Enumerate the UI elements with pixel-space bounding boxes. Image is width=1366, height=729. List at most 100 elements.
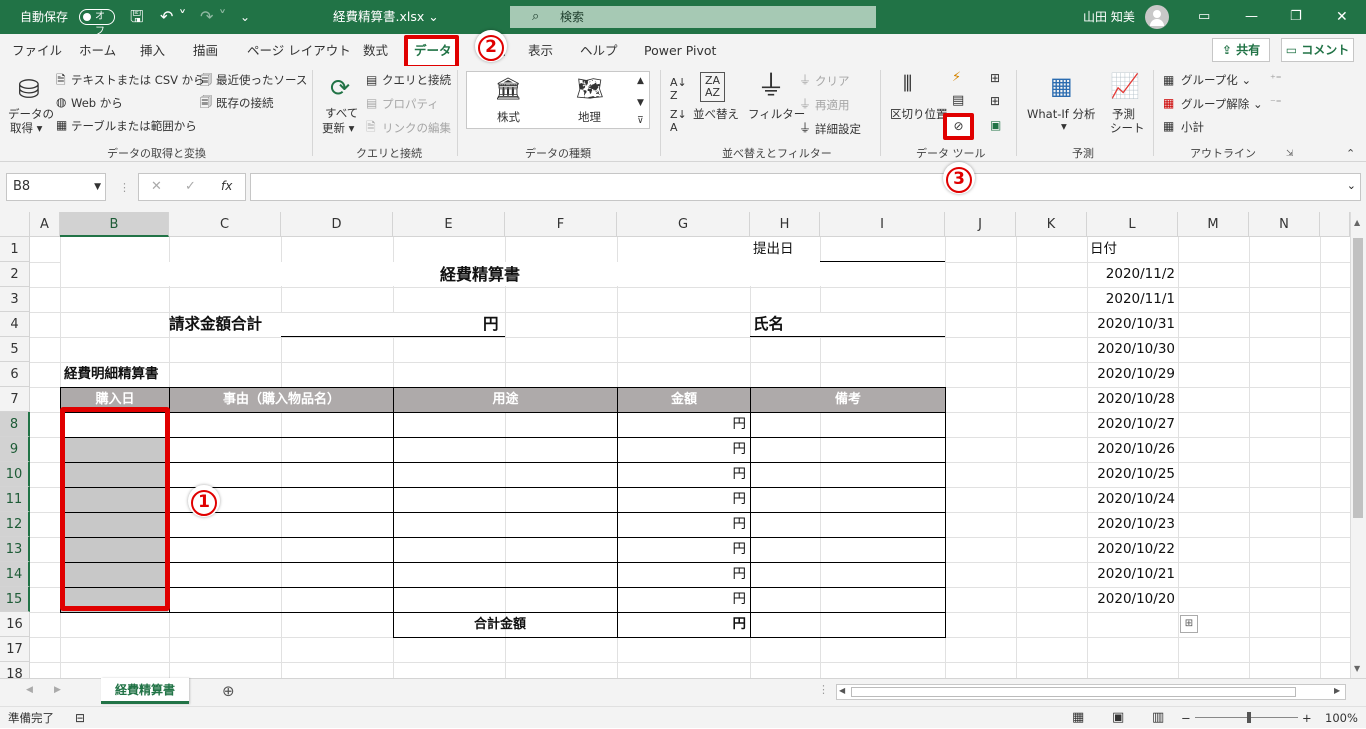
hscroll-right-icon[interactable]: ▶ xyxy=(1334,686,1340,695)
tab-draw[interactable]: 描画 xyxy=(193,40,218,62)
date-cell[interactable]: 2020/10/30 xyxy=(1087,337,1175,362)
tab-formulas[interactable]: 数式 xyxy=(363,40,388,62)
recent-sources-button[interactable]: 最近使ったソース xyxy=(216,72,307,88)
autosave-toggle[interactable]: オフ xyxy=(79,9,115,37)
remove-duplicates-icon[interactable]: ▤ xyxy=(952,93,964,109)
tab-file[interactable]: ファイル xyxy=(12,40,62,62)
existing-connections-button[interactable]: 既存の接続 xyxy=(216,95,274,111)
horizontal-scrollbar[interactable]: ◀ ▶ xyxy=(836,684,1346,700)
amount-yen-11[interactable]: 円 xyxy=(617,487,747,512)
from-table-button[interactable]: テーブルまたは範囲から xyxy=(71,118,197,134)
col-header-f[interactable]: F xyxy=(505,212,617,237)
show-detail-icon[interactable]: ⁺⁼ xyxy=(1270,71,1282,87)
date-cell[interactable]: 2020/10/20 xyxy=(1087,587,1175,612)
col-header-i[interactable]: I xyxy=(820,212,945,237)
ungroup-button[interactable]: グループ解除 ⌄ xyxy=(1181,96,1263,112)
undo-icon[interactable]: ↶ ˅ xyxy=(160,0,187,34)
customize-qat-icon[interactable]: ⌄ xyxy=(240,0,250,34)
tab-home[interactable]: ホーム xyxy=(79,40,116,62)
detail-title[interactable]: 経費明細精算書 xyxy=(64,362,159,387)
expand-formula-icon[interactable]: ⌄ xyxy=(1347,179,1356,192)
submit-date-label[interactable]: 提出日 xyxy=(753,237,794,262)
close-icon[interactable]: ✕ xyxy=(1336,0,1348,34)
clear-button[interactable]: クリア xyxy=(815,73,850,89)
row-header-8[interactable]: 8 xyxy=(0,412,30,437)
tab-view[interactable]: 表示 xyxy=(528,40,553,62)
col-header-h[interactable]: H xyxy=(750,212,820,237)
header-purpose[interactable]: 用途 xyxy=(393,387,618,413)
row-header-12[interactable]: 12 xyxy=(0,512,30,537)
sort-button[interactable]: 並べ替え xyxy=(693,106,739,122)
row-header-5[interactable]: 5 xyxy=(0,337,30,362)
minimize-icon[interactable]: — xyxy=(1245,0,1258,34)
enter-icon[interactable]: ✓ xyxy=(185,179,196,194)
col-header-d[interactable]: D xyxy=(281,212,393,237)
refresh-all-button[interactable]: すべて xyxy=(325,105,358,121)
tab-power-pivot[interactable]: Power Pivot xyxy=(644,40,716,62)
header-reason[interactable]: 事由（購入物品名） xyxy=(169,387,394,413)
hscroll-thumb[interactable] xyxy=(851,687,1296,697)
amount-yen-8[interactable]: 円 xyxy=(617,412,747,437)
ribbon-display-icon[interactable]: ▭ xyxy=(1198,0,1210,34)
formula-input[interactable]: ⌄ xyxy=(250,173,1361,201)
col-header-k[interactable]: K xyxy=(1016,212,1087,237)
date-cell[interactable]: 2020/10/31 xyxy=(1087,312,1175,337)
normal-view-icon[interactable]: ▦ xyxy=(1072,707,1084,729)
date-cell[interactable]: 2020/10/27 xyxy=(1087,412,1175,437)
paste-options-icon[interactable]: ⊞ xyxy=(1180,615,1198,633)
row-header-9[interactable]: 9 xyxy=(0,437,30,462)
queries-connections-button[interactable]: クエリと接続 xyxy=(382,72,451,88)
geography-button[interactable]: 地理 xyxy=(578,109,601,125)
cancel-icon[interactable]: ✕ xyxy=(151,179,162,194)
scroll-thumb[interactable] xyxy=(1353,238,1363,518)
add-sheet-icon[interactable]: ⊕ xyxy=(222,682,235,700)
date-cell[interactable]: 2020/10/24 xyxy=(1087,487,1175,512)
search-box[interactable]: ⌕ 検索 xyxy=(510,6,876,28)
date-cell[interactable]: 2020/10/29 xyxy=(1087,362,1175,387)
row-header-1[interactable]: 1 xyxy=(0,237,30,262)
sheet-prev-icon[interactable]: ◀ xyxy=(26,685,33,695)
amount-yen-15[interactable]: 円 xyxy=(617,587,747,612)
outline-launcher-icon[interactable]: ⇲ xyxy=(1286,146,1294,162)
worksheet-grid[interactable]: A B C D E F G H I J K L M N 1 2 3 4 5 6 … xyxy=(0,212,1366,678)
group-button[interactable]: グループ化 ⌄ xyxy=(1181,72,1251,88)
col-header-extra[interactable] xyxy=(1320,212,1350,237)
zoom-slider-thumb[interactable] xyxy=(1247,712,1251,723)
save-icon[interactable]: 🖫 xyxy=(130,0,144,34)
date-cell[interactable]: 2020/10/23 xyxy=(1087,512,1175,537)
date-cell[interactable]: 2020/11/1 xyxy=(1087,287,1175,312)
col-header-l[interactable]: L xyxy=(1087,212,1178,237)
sort-az-icon[interactable]: A↓ Z xyxy=(670,76,687,102)
col-header-m[interactable]: M xyxy=(1178,212,1249,237)
amount-yen-9[interactable]: 円 xyxy=(617,437,747,462)
row-header-16[interactable]: 16 xyxy=(0,612,30,637)
tab-insert[interactable]: 挿入 xyxy=(140,40,165,62)
zoom-out-icon[interactable]: − xyxy=(1181,707,1191,729)
vertical-scrollbar[interactable]: ▲ ▼ xyxy=(1350,212,1366,678)
reapply-button[interactable]: 再適用 xyxy=(815,97,850,113)
amount-yen-14[interactable]: 円 xyxy=(617,562,747,587)
row-header-13[interactable]: 13 xyxy=(0,537,30,562)
col-header-b[interactable]: B xyxy=(60,212,169,237)
share-button[interactable]: ⇪ 共有 xyxy=(1212,38,1270,62)
gallery-more-icon[interactable]: ⊽ xyxy=(637,113,644,129)
zoom-level[interactable]: 100% xyxy=(1325,707,1358,729)
date-cell[interactable]: 2020/11/2 xyxy=(1087,262,1175,287)
collapse-ribbon-icon[interactable]: ⌃ xyxy=(1346,146,1355,162)
advanced-filter-button[interactable]: 詳細設定 xyxy=(815,121,861,137)
name-label[interactable]: 氏名 xyxy=(753,312,784,337)
header-notes[interactable]: 備考 xyxy=(750,387,946,413)
amount-yen-12[interactable]: 円 xyxy=(617,512,747,537)
properties-button[interactable]: プロパティ xyxy=(382,96,439,112)
tab-page-layout[interactable]: ページ レイアウト xyxy=(247,40,351,62)
from-text-csv-button[interactable]: テキストまたは CSV から xyxy=(71,72,205,88)
gallery-up-icon[interactable]: ▲ xyxy=(637,73,644,89)
data-model-icon[interactable]: ▣ xyxy=(990,117,1001,133)
avatar[interactable] xyxy=(1145,5,1169,29)
gallery-down-icon[interactable]: ▼ xyxy=(637,95,644,111)
page-layout-view-icon[interactable]: ▣ xyxy=(1112,707,1124,729)
col-header-c[interactable]: C xyxy=(169,212,281,237)
total-claim-label[interactable]: 請求金額合計 xyxy=(169,312,262,337)
split-handle-icon[interactable]: ⋮ xyxy=(818,683,829,696)
header-amount[interactable]: 金額 xyxy=(617,387,751,413)
